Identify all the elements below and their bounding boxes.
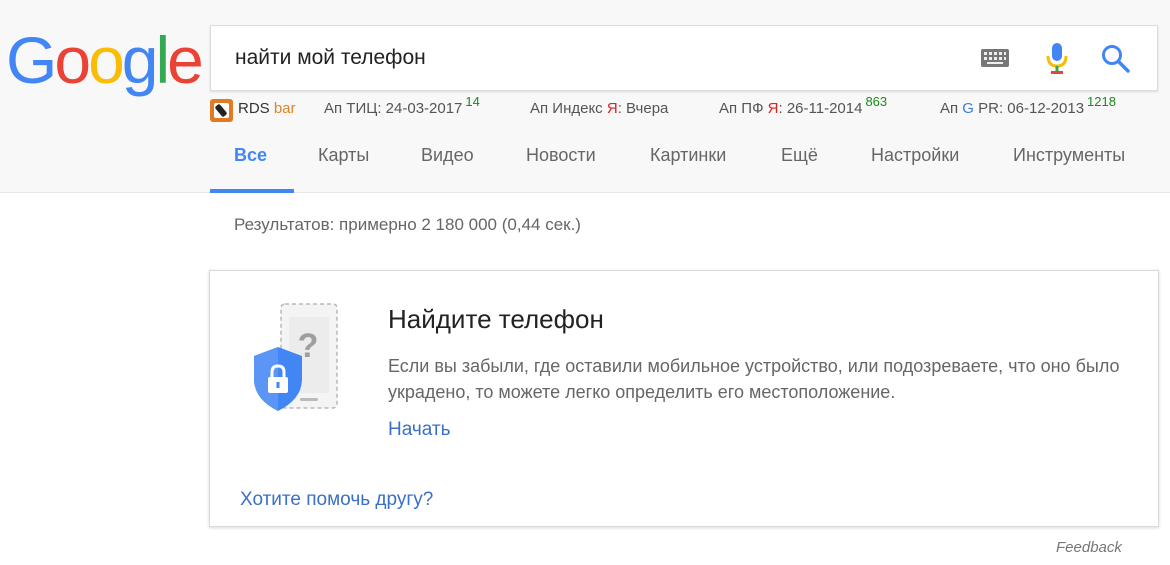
rds-pr-value: 1218 [1087,94,1116,109]
bar-text: bar [273,100,296,117]
rds-pf-value: 863 [865,94,888,109]
tab-video[interactable]: Видео [421,145,474,193]
rds-pr-date: PR: 06-12-2013 [973,100,1085,117]
logo-letter: g [121,23,159,97]
logo-letter: e [167,23,204,97]
result-stats: Результатов: примерно 2 180 000 (0,44 се… [234,215,581,234]
logo-letter: G [6,23,57,97]
start-link[interactable]: Начать [388,419,451,441]
card-title: Найдите телефон [388,304,604,334]
tab-maps[interactable]: Карты [318,145,369,193]
rds-pf[interactable]: Ап ПФ Я: 26-11-2014 863 [719,94,887,124]
yandex-letter: Я [767,100,779,117]
search-icon[interactable] [1101,44,1131,79]
logo-letter: o [88,23,125,97]
rds-pf-text: Ап ПФ [719,100,768,117]
search-input[interactable]: найти мой телефон [235,46,426,70]
rds-index-text: Ап Индекс [530,100,607,117]
tab-more[interactable]: Ещё [781,145,818,193]
rds-pr-text: Ап [940,100,963,117]
yandex-letter: Я [606,100,618,117]
rds-tic[interactable]: Ап ТИЦ: 24-03-2017 14 [324,94,480,124]
logo-letter: l [155,23,171,97]
phone-shield-illustration: ? [248,299,348,424]
card-description: Если вы забыли, где оставили мобильное у… [388,356,1120,402]
google-letter: G [962,100,974,117]
rds-tic-text: Ап ТИЦ: 24-03-2017 [324,100,463,117]
keyboard-icon[interactable] [981,49,1009,72]
search-box[interactable]: найти мой телефон [210,25,1158,91]
find-phone-card: ? Найдите телефон Если вы забыли, где ос… [209,270,1159,527]
active-tab-indicator [210,189,294,193]
tab-settings[interactable]: Настройки [871,145,959,193]
tab-images[interactable]: Картинки [650,145,726,193]
tab-tools[interactable]: Инструменты [1013,145,1125,193]
microphone-icon[interactable] [1045,42,1069,81]
tab-news[interactable]: Новости [526,145,596,193]
logo-letter: o [54,23,91,97]
help-friend-link[interactable]: Хотите помочь другу? [240,489,433,511]
rds-bar-label[interactable]: RDS bar [238,100,296,124]
rds-pr[interactable]: Ап G PR: 06-12-2013 1218 [940,94,1116,124]
feedback-link[interactable]: Feedback [1056,539,1122,556]
rds-bar-icon[interactable] [210,99,233,122]
tab-all[interactable]: Все [234,145,267,193]
rds-index[interactable]: Ап Индекс Я: Вчера [530,100,668,124]
rds-index-date: : Вчера [617,100,669,117]
header: Google найти мой телефон RDS bar Ап ТИЦ:… [0,0,1170,193]
google-logo[interactable]: Google [6,23,204,97]
rds-text: RDS [238,100,270,117]
rds-tic-value: 14 [465,94,480,109]
rds-pf-date: : 26-11-2014 [778,100,863,117]
